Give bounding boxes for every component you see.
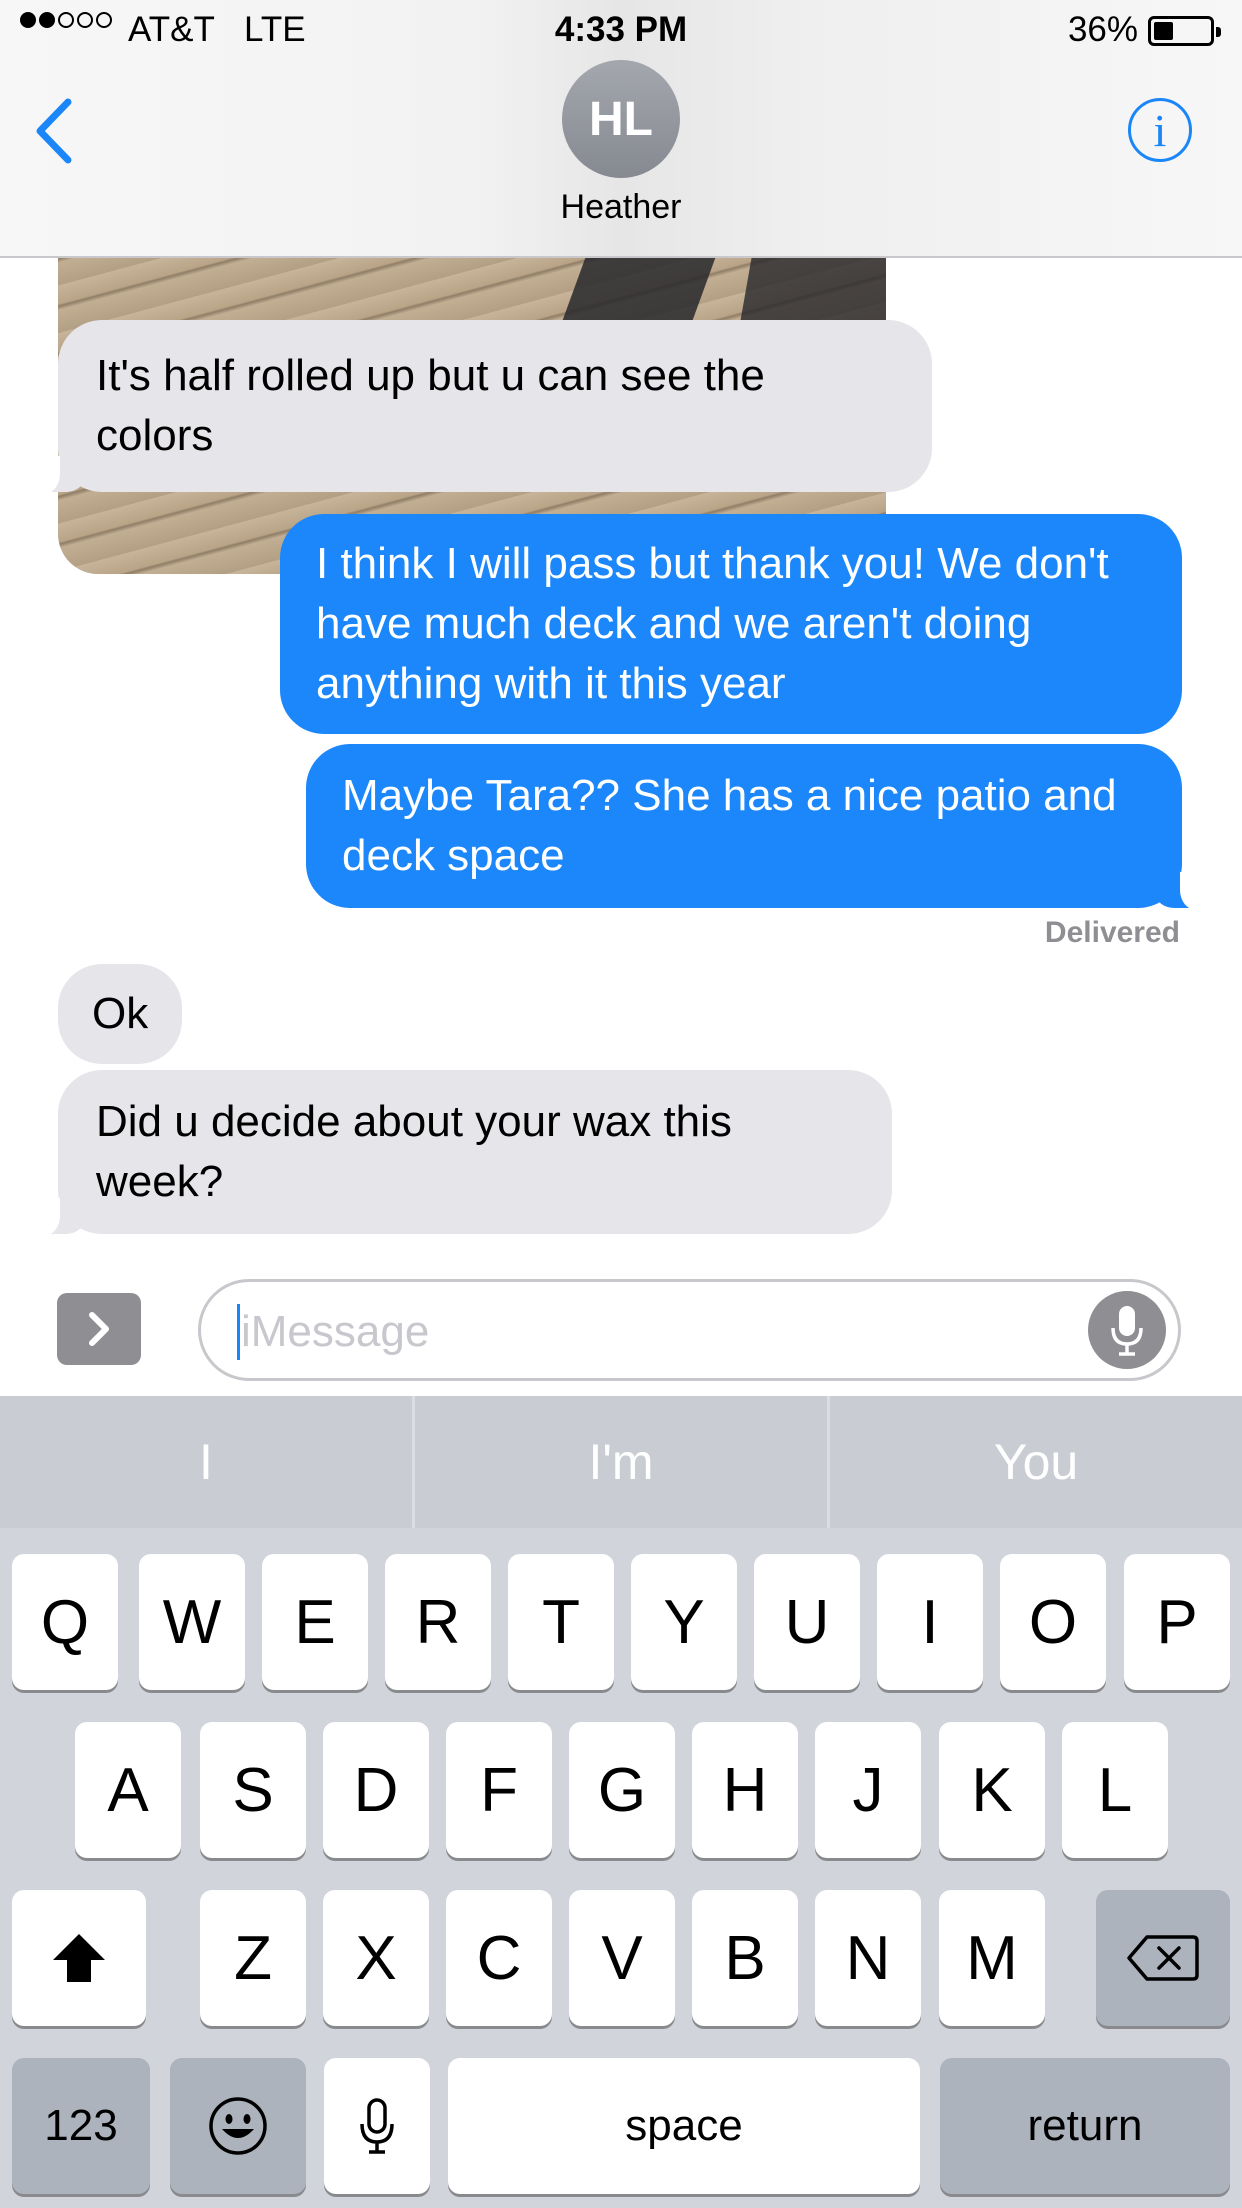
return-key[interactable]: return — [940, 2058, 1230, 2194]
dictation-key[interactable] — [324, 2058, 430, 2194]
key-q[interactable]: Q — [12, 1554, 118, 1690]
key-s[interactable]: S — [200, 1722, 306, 1858]
emoji-smiley-icon — [209, 2097, 267, 2155]
key-h[interactable]: H — [692, 1722, 798, 1858]
key-l[interactable]: L — [1062, 1722, 1168, 1858]
text-cursor — [237, 1304, 240, 1360]
message-list[interactable]: It's half rolled up but u can see the co… — [0, 238, 1242, 1258]
info-button[interactable]: i — [1128, 98, 1192, 162]
key-v[interactable]: V — [569, 1890, 675, 2026]
app-drawer-button[interactable] — [57, 1293, 141, 1365]
message-input[interactable]: iMessage — [198, 1279, 1181, 1381]
key-a[interactable]: A — [75, 1722, 181, 1858]
key-r[interactable]: R — [385, 1554, 491, 1690]
microphone-icon — [1111, 1306, 1143, 1356]
incoming-message-bubble[interactable]: Did u decide about your wax this week? — [32, 1070, 892, 1236]
key-u[interactable]: U — [754, 1554, 860, 1690]
key-k[interactable]: K — [939, 1722, 1045, 1858]
key-d[interactable]: D — [323, 1722, 429, 1858]
outgoing-message-bubble[interactable]: I think I will pass but thank you! We do… — [280, 514, 1182, 734]
key-w[interactable]: W — [139, 1554, 245, 1690]
battery-tip — [1216, 27, 1221, 37]
shift-arrow-icon — [53, 1934, 105, 1982]
back-button[interactable] — [30, 96, 80, 166]
info-icon: i — [1153, 104, 1167, 156]
battery-icon — [1148, 16, 1221, 46]
conversation-header: AT&T LTE 4:33 PM 36% HL Heather i — [0, 0, 1242, 258]
contact-avatar[interactable]: HL — [562, 60, 680, 178]
backspace-icon — [1127, 1935, 1199, 1981]
dictation-button[interactable] — [1088, 1291, 1166, 1369]
microphone-icon — [360, 2098, 394, 2154]
predictive-bar: I I'm You — [0, 1396, 1242, 1528]
outgoing-message-bubble[interactable]: Maybe Tara?? She has a nice patio and de… — [306, 744, 1208, 910]
key-e[interactable]: E — [262, 1554, 368, 1690]
key-z[interactable]: Z — [200, 1890, 306, 2026]
key-n[interactable]: N — [815, 1890, 921, 2026]
prediction-suggestion[interactable]: I'm — [412, 1396, 827, 1528]
key-i[interactable]: I — [877, 1554, 983, 1690]
space-key[interactable]: space — [448, 2058, 920, 2194]
key-b[interactable]: B — [692, 1890, 798, 2026]
shift-key[interactable] — [12, 1890, 146, 2026]
compose-bar: iMessage — [0, 1258, 1242, 1396]
delete-key[interactable] — [1096, 1890, 1230, 2026]
status-bar: AT&T LTE 4:33 PM 36% — [0, 0, 1242, 60]
key-o[interactable]: O — [1000, 1554, 1106, 1690]
incoming-message-bubble[interactable]: Ok — [58, 964, 183, 1064]
numbers-key[interactable]: 123 — [12, 2058, 150, 2194]
prediction-suggestion[interactable]: I — [0, 1396, 412, 1528]
emoji-key[interactable] — [170, 2058, 306, 2194]
key-m[interactable]: M — [939, 1890, 1045, 2026]
incoming-message-bubble[interactable]: It's half rolled up but u can see the co… — [32, 320, 932, 494]
battery-fill — [1154, 22, 1173, 40]
key-j[interactable]: J — [815, 1722, 921, 1858]
prediction-suggestion[interactable]: You — [827, 1396, 1242, 1528]
key-g[interactable]: G — [569, 1722, 675, 1858]
chevron-left-icon — [36, 98, 72, 164]
key-p[interactable]: P — [1124, 1554, 1230, 1690]
status-time: 4:33 PM — [554, 10, 688, 49]
contact-name[interactable]: Heather — [0, 188, 1242, 227]
delivery-status: Delivered — [1044, 916, 1180, 949]
key-f[interactable]: F — [446, 1722, 552, 1858]
key-x[interactable]: X — [323, 1890, 429, 2026]
key-c[interactable]: C — [446, 1890, 552, 2026]
chevron-right-icon — [89, 1312, 109, 1346]
key-t[interactable]: T — [508, 1554, 614, 1690]
battery-percent: 36% — [1067, 10, 1138, 49]
key-y[interactable]: Y — [631, 1554, 737, 1690]
keyboard: I I'm You Q W E R T Y U I O P A S D F G … — [0, 1396, 1242, 2208]
message-input-placeholder: iMessage — [241, 1307, 430, 1356]
